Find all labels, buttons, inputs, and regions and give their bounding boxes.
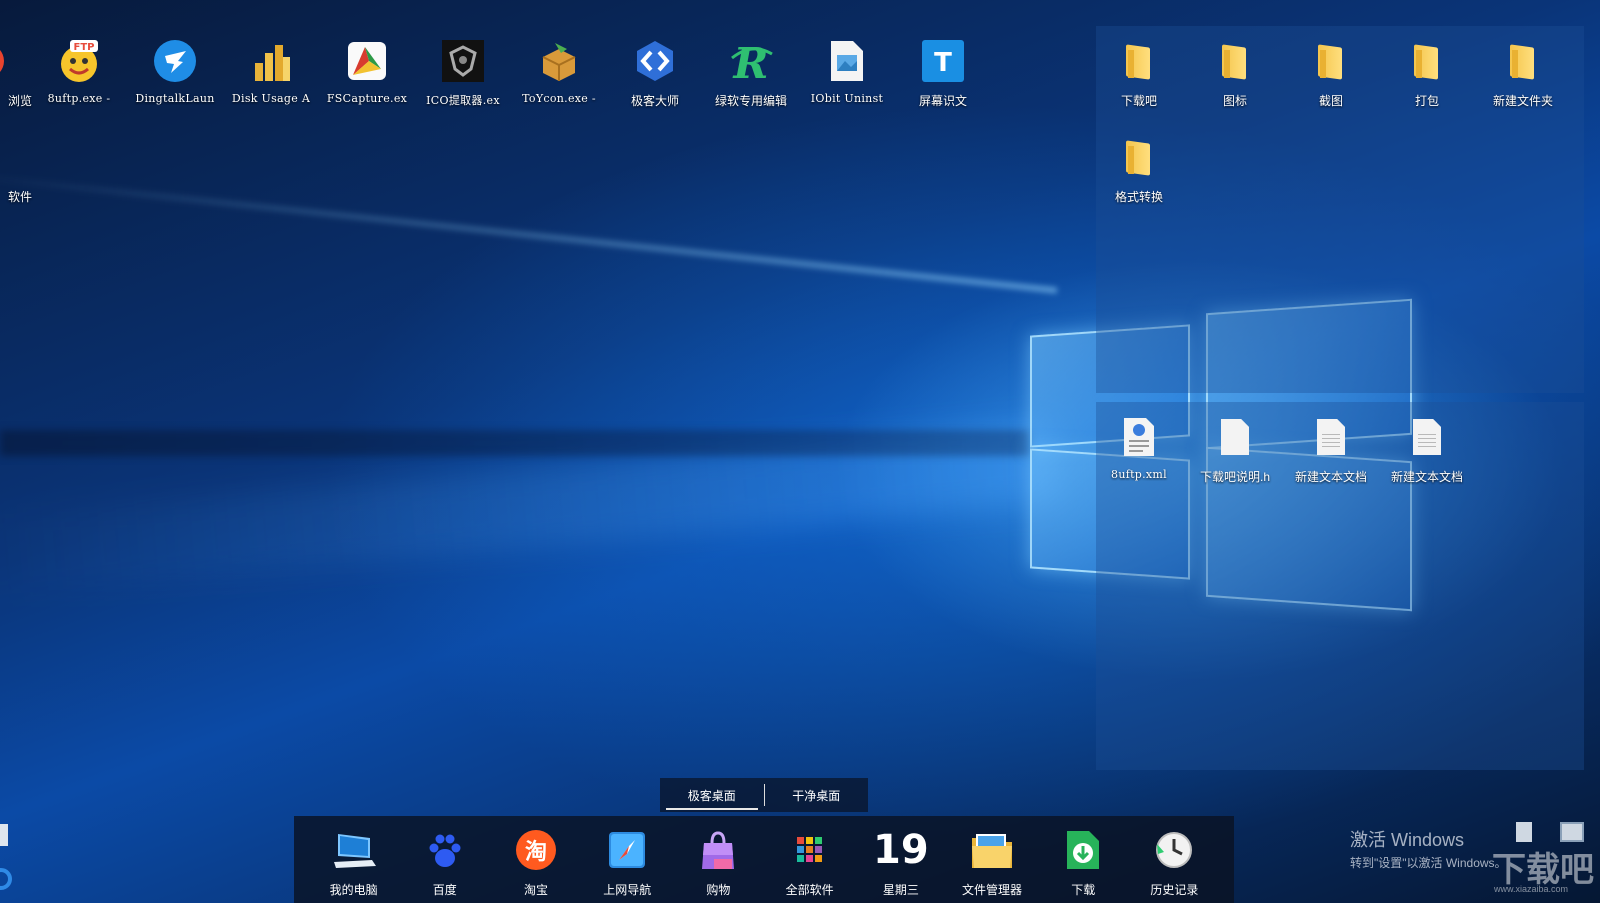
- shadow-band: [0, 430, 1030, 456]
- activation-notice: 激活 Windows 转到"设置"以激活 Windows。: [1350, 830, 1507, 870]
- desktop-icon-fscapture[interactable]: FSCapture.ex: [320, 38, 414, 105]
- calendar-day: 19: [872, 827, 929, 873]
- desktop-icon-screen-ocr[interactable]: T 屏幕识文: [896, 38, 990, 109]
- dock-item-baidu[interactable]: 百度: [399, 816, 490, 903]
- tray-monitor-icon[interactable]: [1560, 822, 1584, 842]
- folder-icon: [1116, 134, 1162, 180]
- toycon-icon: [536, 38, 582, 84]
- folder-icon: [1212, 38, 1258, 84]
- recycle-bin-icon[interactable]: [0, 824, 8, 846]
- svg-text:FTP: FTP: [74, 42, 95, 53]
- desktop-icon-software[interactable]: 软件: [0, 134, 34, 205]
- baidu-paw-icon: [423, 828, 467, 872]
- tab-geek-desktop[interactable]: 极客桌面: [660, 778, 764, 812]
- desktop-icon-ico-extractor[interactable]: ICO提取器.ex: [416, 38, 510, 108]
- taobao-icon: 淘: [514, 828, 558, 872]
- download-icon: [1061, 828, 1105, 872]
- desktop-icon-geek-master[interactable]: 极客大师: [608, 38, 702, 109]
- folder-icon: [1308, 38, 1354, 84]
- ico-extractor-icon: [440, 38, 486, 84]
- tray-icon[interactable]: [1516, 822, 1532, 842]
- desktop-icon-iobit[interactable]: IObit Uninst: [800, 38, 894, 105]
- dingtalk-icon: [152, 38, 198, 84]
- dock-item-history[interactable]: 历史记录: [1129, 816, 1220, 903]
- fscapture-icon: [344, 38, 390, 84]
- shopping-bag-icon: [696, 828, 740, 872]
- desktop-icon-editor[interactable]: R 绿软专用编辑: [704, 38, 798, 109]
- file-manager-icon: [970, 828, 1014, 872]
- dock-bar: 我的电脑 百度 淘 淘宝 上网导航 购物 全部软件 19 星期三 文件管理器 下…: [294, 816, 1234, 903]
- fence-folder[interactable]: 打包: [1380, 38, 1474, 109]
- fence-folder[interactable]: 截图: [1284, 38, 1378, 109]
- grid-apps-icon: [788, 828, 832, 872]
- fence-folder[interactable]: 图标: [1188, 38, 1282, 109]
- settings-gear-icon[interactable]: [0, 868, 12, 890]
- folder-icon: [1404, 38, 1450, 84]
- dock-item-all-software[interactable]: 全部软件: [764, 816, 855, 903]
- browser-icon: [0, 38, 10, 84]
- disk-usage-icon: [248, 38, 294, 84]
- dock-item-file-manager[interactable]: 文件管理器: [946, 816, 1037, 903]
- xml-file-icon: [1116, 414, 1162, 460]
- svg-text:T: T: [934, 48, 952, 78]
- light-beam: [0, 422, 1062, 598]
- history-clock-icon: [1152, 828, 1196, 872]
- tab-clean-desktop[interactable]: 干净桌面: [765, 778, 869, 812]
- folder-icon: [1500, 38, 1546, 84]
- fence-folder[interactable]: 格式转换: [1092, 134, 1186, 205]
- compass-icon: [605, 828, 649, 872]
- fence-folder[interactable]: 下载吧: [1092, 38, 1186, 109]
- dock-item-calendar[interactable]: 19 星期三: [855, 816, 946, 903]
- document-icon: [1212, 414, 1258, 460]
- text-document-icon: [1308, 414, 1354, 460]
- desktop-icon-disk-usage[interactable]: Disk Usage A: [224, 38, 318, 105]
- desktop-icon-browser[interactable]: 浏览: [0, 38, 34, 109]
- text-document-icon: [1404, 414, 1450, 460]
- fence-file[interactable]: 新建文本文档: [1380, 414, 1474, 485]
- fence-file[interactable]: 下载吧说明.h: [1188, 414, 1282, 485]
- dock-item-shopping[interactable]: 购物: [673, 816, 764, 903]
- dock-item-download[interactable]: 下载: [1038, 816, 1129, 903]
- dock-item-navigation[interactable]: 上网导航: [582, 816, 673, 903]
- computer-icon: [332, 828, 376, 872]
- editor-icon: R: [728, 38, 774, 84]
- svg-text:R: R: [733, 39, 769, 84]
- dock-item-taobao[interactable]: 淘 淘宝: [490, 816, 581, 903]
- fence-folder[interactable]: 新建文件夹: [1476, 38, 1570, 109]
- desktop-icon-dingtalk[interactable]: DingtalkLaun: [128, 38, 222, 105]
- folder-icon: [1116, 38, 1162, 84]
- desktop-icon-8uftp[interactable]: FTP 8uftp.exe -: [32, 38, 126, 105]
- desktop-icon-toycon[interactable]: ToYcon.exe -: [512, 38, 606, 105]
- fence-file[interactable]: 新建文本文档: [1284, 414, 1378, 485]
- screen-ocr-icon: T: [920, 38, 966, 84]
- ftp-icon: FTP: [56, 38, 102, 84]
- watermark-url: www.xiazaiba.com: [1494, 884, 1569, 894]
- image-file-icon: [824, 38, 870, 84]
- folder-icon: [0, 134, 10, 180]
- geek-master-icon: [632, 38, 678, 84]
- fence-file[interactable]: 8uftp.xml: [1092, 414, 1186, 481]
- light-beam: [0, 172, 1058, 294]
- desktop-switcher: 极客桌面 干净桌面: [660, 778, 868, 812]
- dock-item-my-computer[interactable]: 我的电脑: [308, 816, 399, 903]
